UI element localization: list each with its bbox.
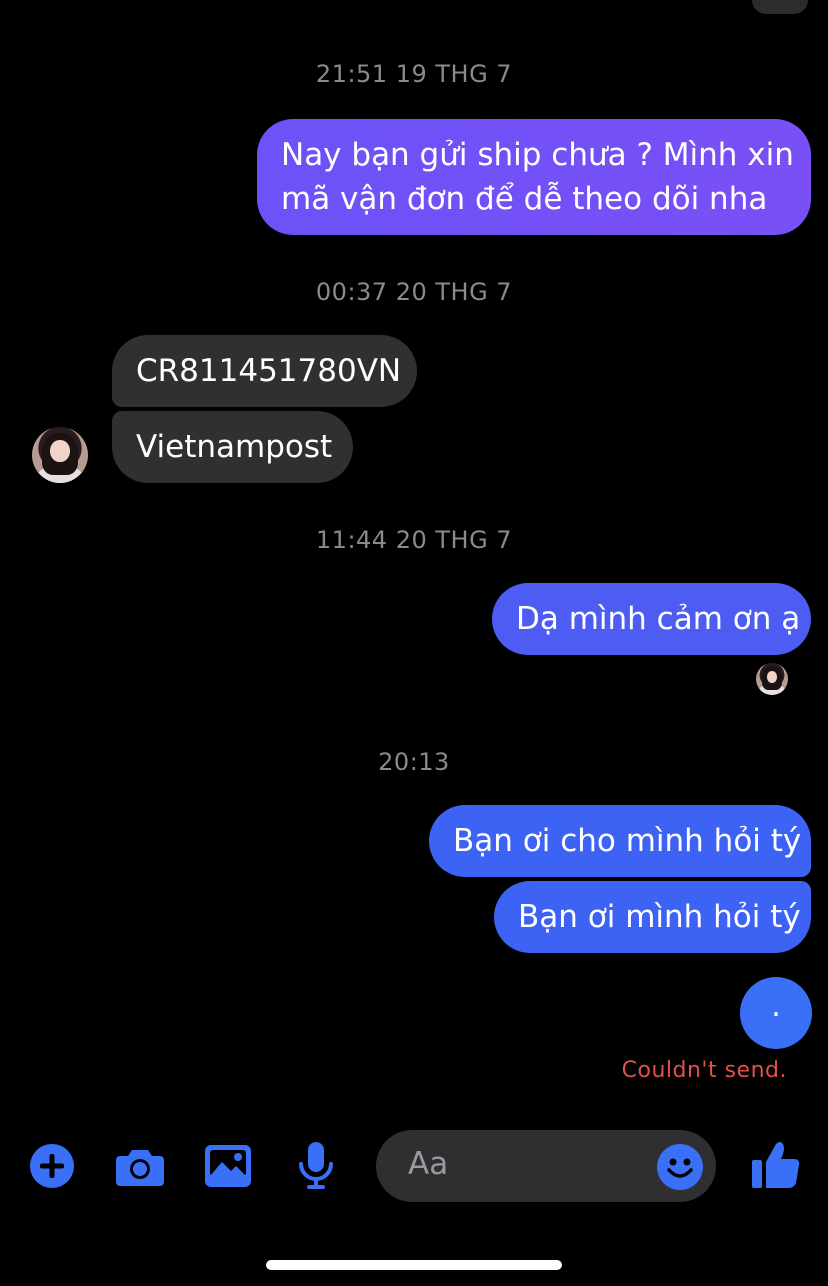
camera-icon[interactable] (116, 1146, 164, 1186)
reaction-badge (752, 0, 808, 14)
timestamp: 00:37 20 THG 7 (315, 278, 513, 306)
failed-message[interactable]: . (740, 977, 812, 1049)
message-text: Vietnampost (136, 429, 333, 465)
microphone-icon[interactable] (298, 1142, 334, 1190)
outgoing-message[interactable]: Bạn ơi cho mình hỏi tý (429, 805, 811, 877)
message-input[interactable]: Aa (376, 1130, 716, 1202)
thumbs-up-icon[interactable] (752, 1140, 800, 1190)
incoming-message[interactable]: Vietnampost (112, 411, 353, 483)
message-text-line: Nay bạn gửi ship chưa ? Mình xin (281, 137, 794, 173)
emoji-icon[interactable] (657, 1144, 703, 1190)
timestamp: 11:44 20 THG 7 (315, 526, 513, 554)
message-text: Bạn ơi mình hỏi tý (518, 899, 801, 935)
image-icon[interactable] (205, 1145, 251, 1187)
message-input-placeholder: Aa (408, 1146, 449, 1182)
incoming-message[interactable]: CR811451780VN (112, 335, 417, 407)
message-text: CR811451780VN (136, 353, 402, 389)
send-error-text[interactable]: Couldn't send. (622, 1058, 787, 1083)
plus-icon[interactable] (30, 1144, 74, 1188)
sender-avatar[interactable] (32, 427, 88, 483)
message-text: Bạn ơi cho mình hỏi tý (453, 823, 802, 859)
message-text: . (771, 989, 781, 1024)
outgoing-message[interactable]: Bạn ơi mình hỏi tý (494, 881, 811, 953)
timestamp: 21:51 19 THG 7 (315, 60, 513, 88)
home-indicator (266, 1260, 562, 1270)
timestamp: 20:13 (378, 748, 450, 776)
message-text-line: mã vận đơn để dễ theo dõi nha (281, 181, 768, 217)
message-text: Dạ mình cảm ơn ạ (516, 601, 801, 637)
seen-receipt-avatar (756, 663, 788, 695)
outgoing-message[interactable]: Nay bạn gửi ship chưa ? Mình xin mã vận … (257, 119, 811, 235)
outgoing-message[interactable]: Dạ mình cảm ơn ạ (492, 583, 811, 655)
